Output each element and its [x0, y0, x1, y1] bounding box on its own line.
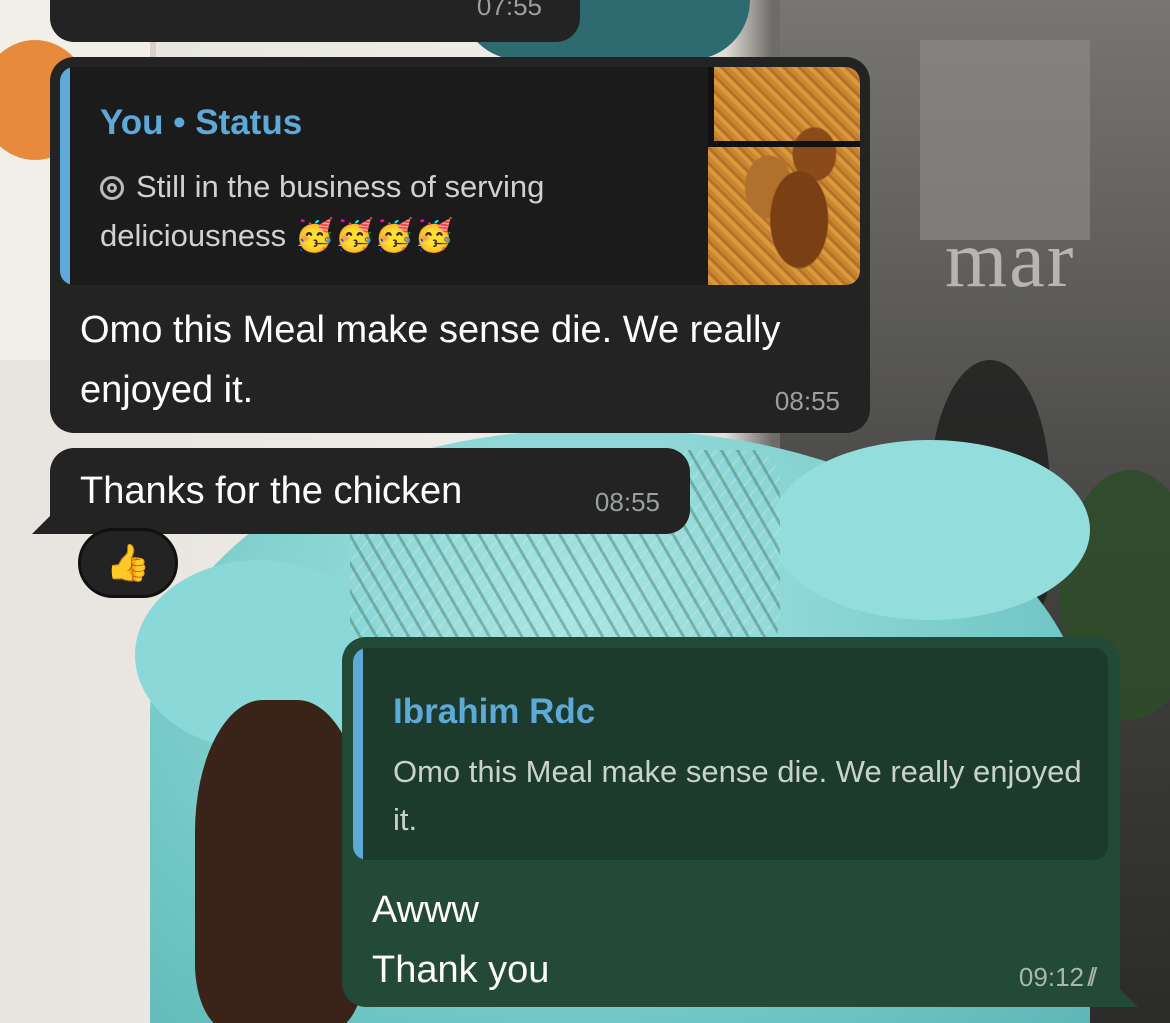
quoted-status[interactable]: You • Status Still in the business of se…	[60, 67, 860, 285]
message-bubble-incoming[interactable]: Thanks for the chicken 08:55	[32, 448, 690, 534]
wallpaper-frame	[920, 40, 1090, 240]
message-text: Omo this Meal make sense die. We really …	[80, 309, 781, 411]
message-time: 08:55	[774, 386, 840, 416]
quote-author: Ibrahim Rdc	[393, 692, 596, 731]
message-bubble-partial[interactable]: 07:55	[50, 0, 580, 42]
quote-text: Omo this Meal make sense die. We really …	[393, 754, 1082, 837]
thumbs-up-reaction-icon[interactable]: 👍	[78, 528, 178, 598]
message-meta: 09:12//	[1018, 962, 1100, 993]
message-text: Thanks for the chicken	[80, 470, 463, 512]
quoted-message[interactable]: Ibrahim Rdc Omo this Meal make sense die…	[353, 648, 1108, 860]
message-line-1: Awww	[372, 889, 479, 931]
status-thumbnail-image	[708, 67, 860, 285]
bubble-tail	[1112, 981, 1138, 1007]
message-time: 09:12	[1018, 962, 1084, 992]
quote-author: You • Status	[100, 103, 303, 142]
message-bubble-outgoing[interactable]: Ibrahim Rdc Omo this Meal make sense die…	[342, 637, 1138, 1007]
message-line-2: Thank you	[372, 949, 550, 991]
quote-text-block: Still in the business of serving delicio…	[100, 163, 680, 260]
wallpaper-arm	[195, 700, 365, 1023]
wallpaper-sleeve-right	[770, 440, 1090, 620]
quote-accent-bar	[353, 648, 363, 860]
wallpaper-sign: mar	[945, 216, 1076, 304]
bubble-tail	[32, 508, 58, 534]
party-face-emojis: 🥳🥳🥳🥳	[294, 216, 455, 254]
message-time: 07:55	[476, 0, 542, 21]
status-ring-icon	[100, 176, 124, 200]
message-text: Awww Thank you	[372, 880, 549, 1000]
message-bubble-incoming[interactable]: You • Status Still in the business of se…	[50, 57, 870, 433]
message-time: 08:55	[594, 487, 660, 517]
quote-accent-bar	[60, 67, 70, 285]
